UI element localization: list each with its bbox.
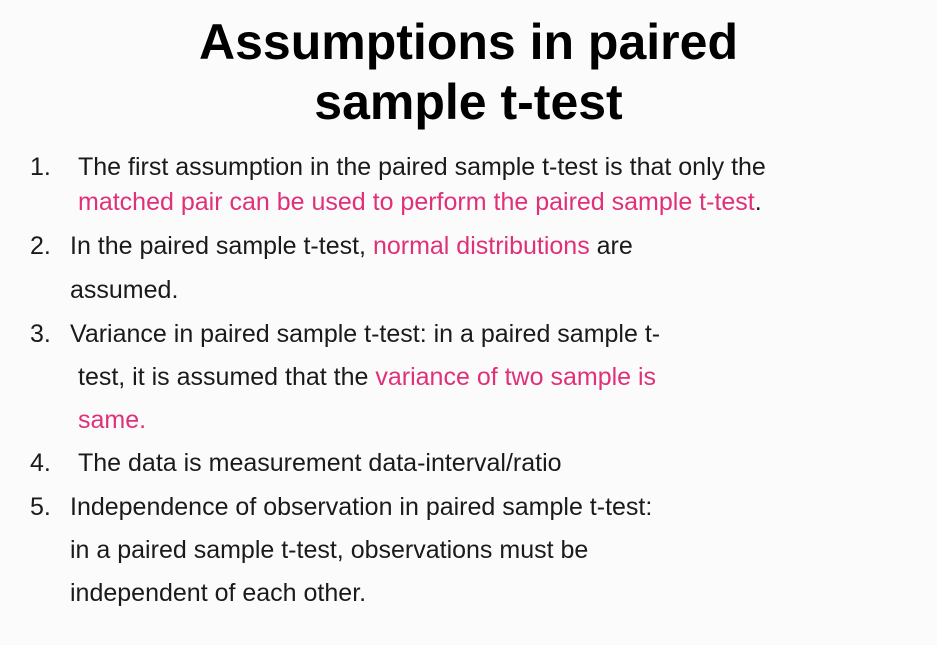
item-3-line-1: Variance in paired sample t-test: in a p… <box>70 319 660 349</box>
item-2-text: In the paired sample t-test, <box>70 232 373 260</box>
item-1-line-1: The first assumption in the paired sampl… <box>78 152 766 182</box>
item-5-line-2: in a paired sample t-test, observations … <box>70 535 588 565</box>
item-1-highlight: matched pair can be used to perform the … <box>78 188 755 216</box>
item-1-tail: . <box>754 188 762 216</box>
item-4-line-1: The data is measurement data-interval/ra… <box>78 448 562 478</box>
title-line-2: sample t-test <box>314 74 623 130</box>
item-3-text: Variance in paired sample t-test: in a p… <box>70 320 661 348</box>
slide-title: Assumptions in paired sample t-test <box>0 12 937 132</box>
item-2-line-2: assumed. <box>70 275 178 305</box>
item-5-line-1: Independence of observation in paired sa… <box>70 492 652 522</box>
item-1-number: 1. <box>30 153 51 181</box>
title-line-1: Assumptions in paired <box>199 14 738 70</box>
item-1-text: The first assumption in the paired sampl… <box>78 153 766 181</box>
item-5-text-3: independent of each other. <box>70 579 367 607</box>
item-3-number: 3. <box>30 320 51 348</box>
item-4-number: 4. <box>30 449 51 477</box>
item-3-text-2: test, it is assumed that the <box>78 363 376 391</box>
item-5-text: Independence of observation in paired sa… <box>70 493 653 521</box>
item-3-line-2: test, it is assumed that the variance of… <box>78 362 656 392</box>
slide: Assumptions in paired sample t-test 1. T… <box>0 0 937 645</box>
item-2-line-1: In the paired sample t-test, normal dist… <box>70 231 633 261</box>
item-2-tail: are <box>589 232 633 260</box>
item-2-number: 2. <box>30 232 51 260</box>
item-2-text-2: assumed. <box>70 276 179 304</box>
item-5-line-3: independent of each other. <box>70 578 366 608</box>
item-1-line-2: matched pair can be used to perform the … <box>78 187 762 217</box>
item-5-number: 5. <box>30 493 51 521</box>
item-2-highlight: normal distributions <box>372 232 590 260</box>
item-5-text-2: in a paired sample t-test, observations … <box>70 536 589 564</box>
item-3-highlight: variance of two sample is <box>375 363 657 391</box>
item-3-highlight-2: same. <box>78 406 147 434</box>
item-3-line-3: same. <box>78 405 146 435</box>
item-4-text: The data is measurement data-interval/ra… <box>78 449 562 477</box>
